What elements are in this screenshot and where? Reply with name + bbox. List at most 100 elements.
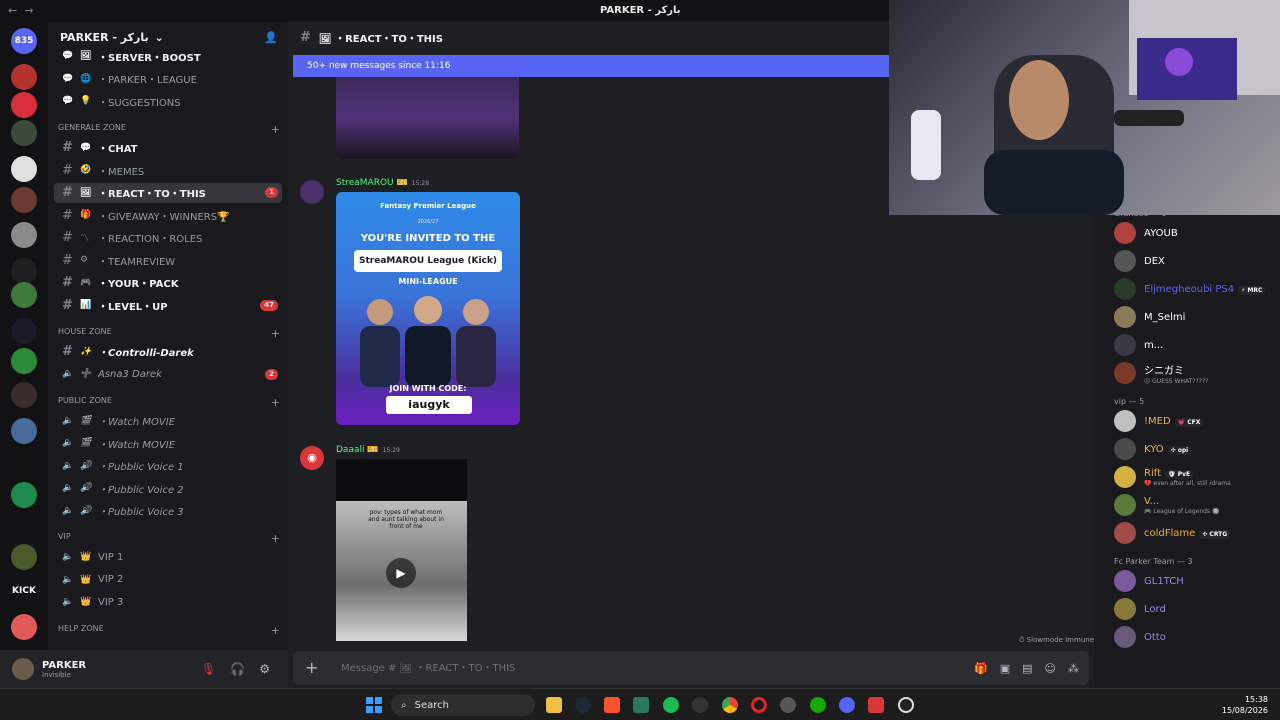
headphones-icon[interactable]: 🎧: [230, 662, 245, 676]
channel-item[interactable]: # 🤣 ・MEMES: [54, 160, 282, 180]
channel-item[interactable]: # 🎁 ・GIVEAWAY・WINNERS🏆: [54, 205, 282, 225]
person-add-icon[interactable]: 👤: [264, 31, 278, 44]
server-icon[interactable]: KICK: [11, 578, 37, 604]
gear-icon[interactable]: ⚙: [259, 662, 270, 676]
previous-image[interactable]: [336, 77, 519, 159]
speedometer-icon[interactable]: [692, 697, 708, 713]
discord-icon[interactable]: [839, 697, 855, 713]
member-item[interactable]: Rift 🛡 PvE 💔 even after all, still /drama: [1114, 465, 1274, 489]
app-icon[interactable]: [780, 697, 796, 713]
server-icon[interactable]: [11, 482, 37, 508]
channel-item[interactable]: # 💬 ・CHAT: [54, 138, 282, 158]
channel-item[interactable]: 🔈 🔊 ・Pubblic Voice 3: [54, 501, 282, 521]
member-item[interactable]: DEX: [1114, 249, 1274, 273]
member-item[interactable]: !MED 💗 CFX: [1114, 409, 1274, 433]
play-icon[interactable]: ▶: [386, 558, 416, 588]
server-icon[interactable]: [11, 258, 37, 284]
channel-item[interactable]: # 〽・REACTION・ROLES: [54, 228, 282, 248]
brave-icon[interactable]: [604, 697, 620, 713]
channel-item[interactable]: 🔈 👑 VIP 3: [54, 592, 282, 612]
category-header[interactable]: GENERALE ZONE +: [58, 123, 280, 136]
member-item[interactable]: GL1TCH: [1114, 569, 1274, 593]
category-header[interactable]: VIP +: [58, 532, 280, 545]
fpl-invite-image[interactable]: Fantasy Premier League 2026/27 YOU'RE IN…: [336, 192, 520, 425]
channel-item[interactable]: 🔈 👑 VIP 2: [54, 570, 282, 590]
plus-icon[interactable]: +: [271, 532, 280, 545]
discord-logo-icon[interactable]: ◉: [300, 446, 324, 470]
member-item[interactable]: KYO ✣ opi: [1114, 437, 1274, 461]
file-explorer-icon[interactable]: [546, 697, 562, 713]
server-icon[interactable]: 835: [11, 28, 37, 54]
category-header[interactable]: PUBLIC ZONE +: [58, 396, 280, 409]
channel-item[interactable]: # ⚙ ・TEAMREVIEW: [54, 250, 282, 270]
channel-item[interactable]: 💬 🖼 ・SERVER・BOOST: [54, 46, 282, 66]
emoji-icon[interactable]: ☺: [1045, 662, 1056, 675]
server-icon[interactable]: [11, 92, 37, 118]
message-author[interactable]: StreaMAROU 🎫 15:28: [336, 178, 429, 188]
server-icon[interactable]: [11, 222, 37, 248]
plus-icon[interactable]: +: [271, 327, 280, 340]
steam-icon[interactable]: [575, 697, 591, 713]
member-item[interactable]: Otto: [1114, 625, 1274, 649]
sticker-icon[interactable]: ▤: [1022, 662, 1032, 675]
member-item[interactable]: AYOUB: [1114, 221, 1274, 245]
chrome-icon[interactable]: [722, 697, 738, 713]
spotify-icon[interactable]: [663, 697, 679, 713]
obs-icon[interactable]: [898, 697, 914, 713]
server-icon[interactable]: [11, 510, 37, 536]
avatar[interactable]: [12, 658, 34, 680]
category-header[interactable]: HELP ZONE +: [58, 624, 280, 637]
member-item[interactable]: m...: [1114, 333, 1274, 357]
gif-icon[interactable]: ▣: [1000, 662, 1010, 675]
member-item[interactable]: coldFlame ✣ CRTG: [1114, 521, 1274, 545]
server-icon[interactable]: [11, 282, 37, 308]
server-icon[interactable]: [11, 544, 37, 570]
plus-icon[interactable]: +: [271, 123, 280, 136]
member-item[interactable]: Eljmegheoubi PS4 ⚡ MRC: [1114, 277, 1274, 301]
server-icon[interactable]: [11, 156, 37, 182]
channel-item[interactable]: # ✨ ・Controlli-Darek: [54, 342, 282, 362]
category-header[interactable]: HOUSE ZONE +: [58, 327, 280, 340]
upwork-icon[interactable]: [810, 697, 826, 713]
app-icon[interactable]: [633, 697, 649, 713]
windows-start-icon[interactable]: [366, 697, 382, 713]
server-icon[interactable]: [11, 120, 37, 146]
server-icon[interactable]: [11, 418, 37, 444]
mic-muted-icon[interactable]: 🎙: [201, 662, 216, 676]
channel-item[interactable]: # 🎮 ・YOUR・PACK: [54, 273, 282, 293]
channel-item[interactable]: 🔈 👑 VIP 1: [54, 547, 282, 567]
channel-item[interactable]: 💬 💡 ・SUGGESTIONS: [54, 91, 282, 111]
channel-item[interactable]: 🔈 🔊 ・Pubblic Voice 2: [54, 478, 282, 498]
member-item[interactable]: Lord: [1114, 597, 1274, 621]
gift-icon[interactable]: 🎁: [974, 662, 988, 675]
avatar[interactable]: [300, 180, 324, 204]
server-icon[interactable]: [11, 64, 37, 90]
member-item[interactable]: シニガミ 😐 GUESS WHAT?????: [1114, 361, 1274, 385]
video-embed[interactable]: pov: types of what mom and aunt talking …: [336, 459, 467, 641]
plus-icon[interactable]: +: [271, 396, 280, 409]
channel-item[interactable]: 🔈 🎬 ・Watch MOVIE: [54, 433, 282, 453]
channel-item[interactable]: 🔈 ➕ Asna3 Darek 2: [54, 364, 282, 384]
member-item[interactable]: V... 🎮 League of Legends 🔘: [1114, 493, 1274, 517]
server-icon[interactable]: [11, 452, 37, 478]
new-messages-bar[interactable]: 50+ new messages since 11:16: [293, 55, 889, 77]
server-icon[interactable]: [11, 187, 37, 213]
member-item[interactable]: M_Selmi: [1114, 305, 1274, 329]
server-icon[interactable]: [11, 318, 37, 344]
opera-icon[interactable]: [751, 697, 767, 713]
nav-arrows[interactable]: ← →: [8, 4, 33, 17]
server-icon[interactable]: [11, 348, 37, 374]
apps-icon[interactable]: ⁂: [1068, 662, 1079, 675]
plus-icon[interactable]: +: [271, 624, 280, 637]
server-icon[interactable]: [11, 382, 37, 408]
server-icon[interactable]: [11, 614, 37, 640]
taskbar-search[interactable]: ⌕ Search: [391, 694, 535, 716]
app-icon[interactable]: [868, 697, 884, 713]
channel-item[interactable]: 🔈 🎬 ・Watch MOVIE: [54, 411, 282, 431]
channel-item[interactable]: # 📊 ・LEVEL・UP 47: [54, 295, 282, 315]
plus-icon[interactable]: +: [305, 660, 321, 676]
clock[interactable]: 15:38 15/08/2026: [1222, 694, 1268, 716]
channel-item[interactable]: # 🖼 ・REACT・TO・THIS 1: [54, 182, 282, 203]
channel-item[interactable]: 💬 🌐 ・PARKER・LEAGUE: [54, 69, 282, 89]
message-input[interactable]: [341, 662, 861, 674]
